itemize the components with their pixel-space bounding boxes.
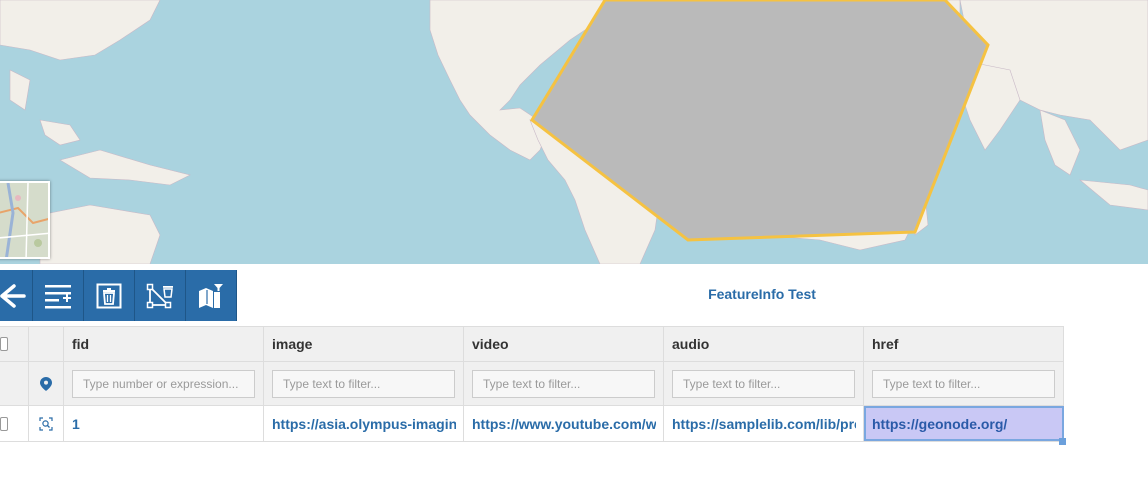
cell-image-link[interactable]: https://asia.olympus-imaging. bbox=[272, 416, 456, 432]
cell-image[interactable]: https://asia.olympus-imaging. bbox=[264, 406, 464, 441]
filter-input-fid[interactable] bbox=[72, 369, 255, 398]
select-all-checkbox[interactable] bbox=[0, 337, 8, 351]
back-button[interactable] bbox=[0, 270, 33, 321]
cell-audio[interactable]: https://samplelib.com/lib/pre bbox=[664, 406, 864, 441]
filter-input-image[interactable] bbox=[272, 369, 455, 398]
column-header-fid[interactable]: fid bbox=[64, 327, 264, 361]
delete-button[interactable] bbox=[84, 270, 135, 321]
filter-cell-href bbox=[864, 362, 1064, 405]
map-view[interactable] bbox=[0, 0, 1148, 264]
column-header-video[interactable]: video bbox=[464, 327, 664, 361]
zoom-to-feature-icon[interactable] bbox=[39, 416, 53, 431]
filter-cell-image bbox=[264, 362, 464, 405]
filter-input-href[interactable] bbox=[872, 369, 1055, 398]
table-row[interactable]: 1 https://asia.olympus-imaging. https://… bbox=[0, 406, 1064, 442]
delete-geometry-icon bbox=[146, 283, 173, 308]
filter-cell-video bbox=[464, 362, 664, 405]
cell-href-link[interactable]: https://geonode.org/ bbox=[872, 416, 1007, 432]
column-header-image[interactable]: image bbox=[264, 327, 464, 361]
row-checkbox[interactable] bbox=[0, 416, 8, 431]
select-all-cell[interactable] bbox=[0, 327, 29, 361]
row-select-cell[interactable] bbox=[0, 406, 29, 441]
zoom-to-feature-cell[interactable] bbox=[29, 406, 64, 441]
cell-fid-value: 1 bbox=[72, 415, 80, 432]
add-row-button[interactable] bbox=[33, 270, 84, 321]
filter-cell-fid bbox=[64, 362, 264, 405]
filter-cell-audio bbox=[664, 362, 864, 405]
sync-map-filter-icon bbox=[199, 283, 223, 308]
map-canvas bbox=[0, 0, 1148, 264]
filter-spacer-cell bbox=[0, 362, 29, 405]
grid-filter-row bbox=[0, 362, 1064, 406]
background-switcher-thumbnail[interactable] bbox=[0, 181, 50, 259]
cell-fid[interactable]: 1 bbox=[64, 406, 264, 441]
zoom-header-cell bbox=[29, 327, 64, 361]
spatial-filter-cell[interactable] bbox=[29, 362, 64, 405]
grid-header-row: fid image video audio href bbox=[0, 326, 1064, 362]
cell-audio-link[interactable]: https://samplelib.com/lib/pre bbox=[672, 416, 856, 432]
delete-icon bbox=[96, 283, 122, 308]
cell-video[interactable]: https://www.youtube.com/wa bbox=[464, 406, 664, 441]
cell-href-selected[interactable]: https://geonode.org/ bbox=[864, 406, 1064, 441]
app-root: FeatureInfo Test fid image video audio h… bbox=[0, 0, 1148, 497]
filter-input-audio[interactable] bbox=[672, 369, 855, 398]
column-header-href[interactable]: href bbox=[864, 327, 1064, 361]
back-icon bbox=[0, 283, 26, 308]
feature-grid-toolbar bbox=[0, 270, 237, 321]
grid-title: FeatureInfo Test bbox=[708, 286, 816, 302]
sync-map-filter-button[interactable] bbox=[186, 270, 237, 321]
cell-video-link[interactable]: https://www.youtube.com/wa bbox=[472, 416, 656, 432]
add-row-icon bbox=[45, 284, 71, 308]
map-marker-icon[interactable] bbox=[40, 376, 52, 391]
delete-geometry-button[interactable] bbox=[135, 270, 186, 321]
filter-input-video[interactable] bbox=[472, 369, 655, 398]
column-header-audio[interactable]: audio bbox=[664, 327, 864, 361]
cell-drag-handle[interactable] bbox=[1059, 438, 1066, 445]
